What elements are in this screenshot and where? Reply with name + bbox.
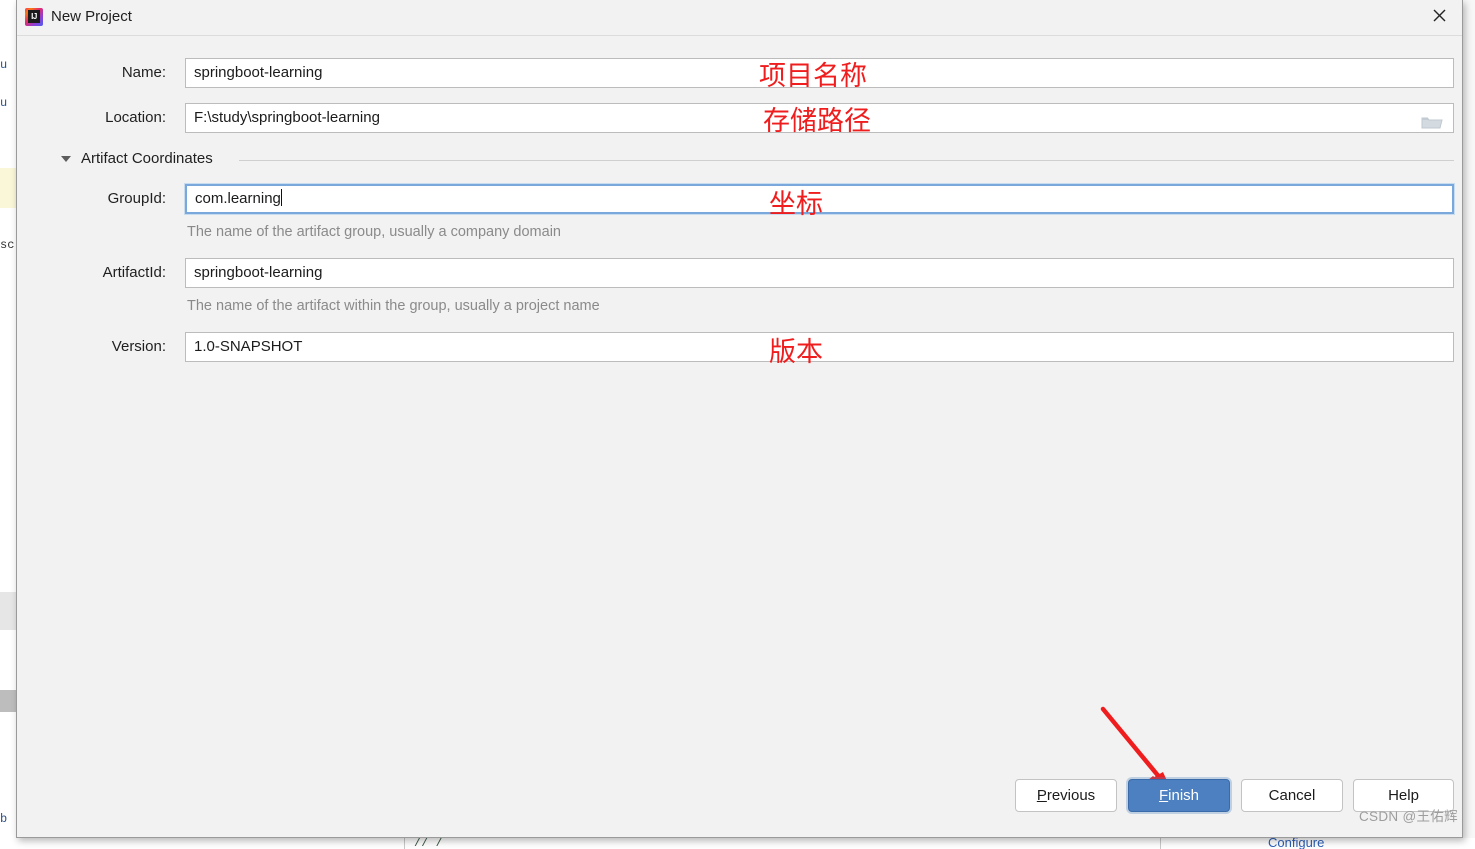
close-icon[interactable] — [1416, 0, 1462, 30]
dialog-titlebar: New Project — [17, 0, 1462, 36]
location-label: Location: — [105, 109, 166, 126]
group-id-input-value: com.learning — [195, 190, 281, 207]
artifact-id-label: ArtifactId: — [102, 264, 166, 281]
artifact-coordinates-section-label[interactable]: Artifact Coordinates — [81, 150, 213, 167]
finish-button-label: inish — [1168, 787, 1200, 804]
annotation-version: 版本 — [769, 337, 823, 368]
background-ide-bottom-strip: // / Configure — [0, 838, 1475, 849]
finish-button[interactable]: Finish — [1128, 779, 1230, 812]
dialog-title: New Project — [51, 8, 132, 25]
finish-button-mnemonic: F — [1158, 787, 1169, 804]
previous-button-label: revious — [1046, 787, 1096, 804]
new-project-dialog: New Project Name: springboot-learning Lo… — [16, 0, 1463, 838]
location-input-value: F:\study\springboot-learning — [194, 109, 380, 126]
version-label: Version: — [111, 338, 166, 355]
previous-button-mnemonic: P — [1036, 787, 1047, 804]
annotation-coordinates: 坐标 — [769, 189, 823, 220]
previous-button[interactable]: Previous — [1015, 779, 1117, 812]
background-ide-left-strip: u u sc b — [0, 0, 17, 849]
background-panel-band — [0, 592, 16, 630]
configure-link[interactable]: Configure — [1268, 838, 1324, 849]
background-text-fragment: sc — [0, 238, 15, 252]
watermark: CSDN @王佑辉 — [1359, 809, 1458, 824]
cancel-button[interactable]: Cancel — [1241, 779, 1343, 812]
background-text-fragment: u — [0, 96, 8, 110]
section-divider — [239, 160, 1454, 161]
artifact-id-input[interactable]: springboot-learning — [185, 258, 1454, 288]
background-text-fragment: b — [0, 812, 8, 826]
annotation-project-name: 项目名称 — [759, 61, 867, 92]
text-caret — [280, 189, 282, 206]
background-text-fragment: u — [0, 58, 8, 72]
artifact-id-hint: The name of the artifact within the grou… — [187, 298, 600, 314]
group-id-label: GroupId: — [107, 190, 166, 207]
background-scrollbar-thumb[interactable] — [0, 690, 16, 712]
folder-icon[interactable] — [1421, 112, 1443, 129]
chevron-down-icon[interactable] — [61, 156, 71, 162]
screen: u u sc b // / Configure New Project Name… — [0, 0, 1475, 849]
name-label: Name: — [121, 64, 166, 81]
group-id-hint: The name of the artifact group, usually … — [187, 224, 561, 240]
intellij-idea-icon — [25, 8, 43, 26]
annotation-storage-path: 存储路径 — [763, 106, 871, 137]
background-highlight-band — [0, 168, 16, 208]
